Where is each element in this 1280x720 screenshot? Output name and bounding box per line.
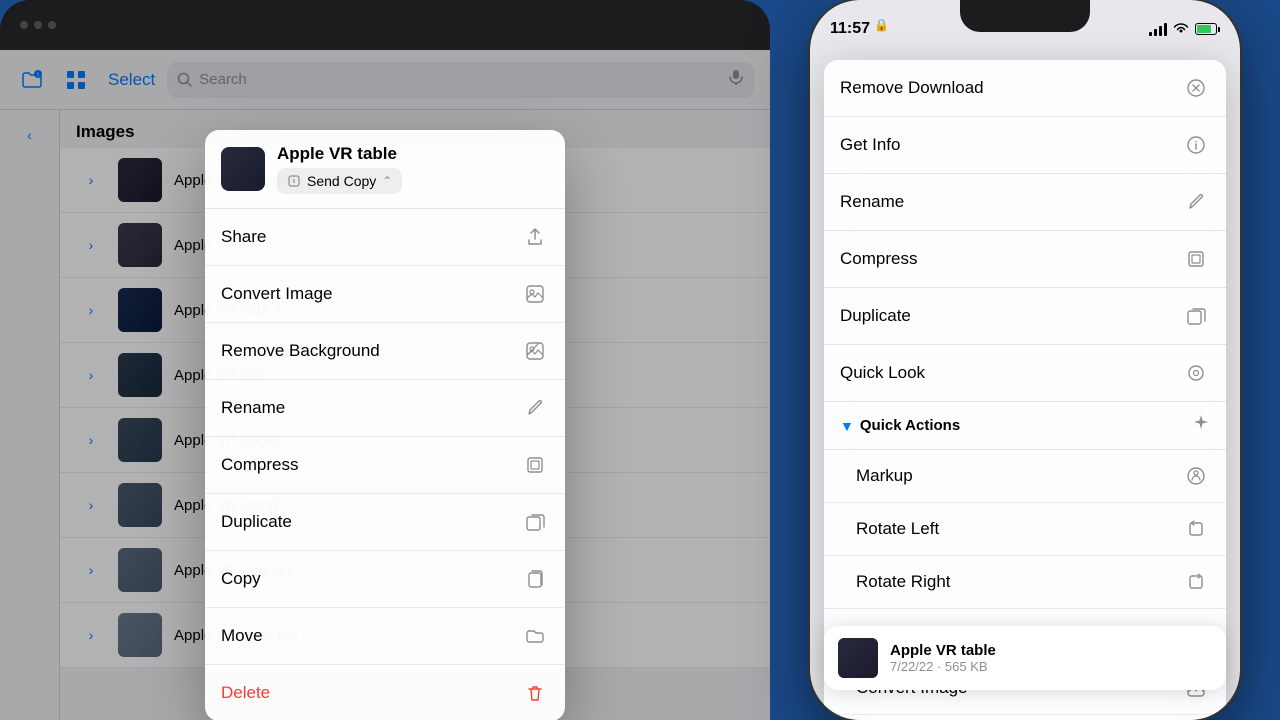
iphone-screen: 11:57 🔒 <box>810 0 1240 720</box>
quick-look-label: Quick Look <box>840 363 1182 383</box>
remove-background-label: Remove Background <box>221 341 521 361</box>
ipad-dot-1 <box>20 21 28 29</box>
battery-icon <box>1195 23 1220 35</box>
quick-look-icon <box>1182 359 1210 387</box>
wifi-icon <box>1173 21 1189 37</box>
context-menu-file-title: Apple VR table <box>277 144 402 164</box>
rename-label: Rename <box>840 192 1182 212</box>
compress-label: Compress <box>840 249 1182 269</box>
iphone-menu-markup[interactable]: Markup <box>824 450 1226 503</box>
iphone-menu-rotate-left[interactable]: Rotate Left <box>824 503 1226 556</box>
send-copy-label: Send Copy <box>307 173 376 189</box>
delete-icon <box>521 679 549 707</box>
copy-label: Copy <box>221 569 521 589</box>
compress-label: Compress <box>221 455 521 475</box>
ipad-screen: ! Select <box>0 50 770 720</box>
copy-icon <box>521 565 549 593</box>
share-icon <box>521 223 549 251</box>
rename-label: Rename <box>221 398 521 418</box>
ipad-dot-2 <box>34 21 42 29</box>
context-menu-compress[interactable]: Compress <box>205 437 565 494</box>
context-menu-thumbnail <box>221 147 265 191</box>
convert-image-icon <box>521 280 549 308</box>
iphone-menu-quick-look[interactable]: Quick Look <box>824 345 1226 402</box>
remove-download-label: Remove Download <box>840 78 1182 98</box>
duplicate-label: Duplicate <box>221 512 521 532</box>
context-menu-overlay: Apple VR table Send Copy ⌃ <box>0 50 770 720</box>
iphone-menu-duplicate[interactable]: Duplicate <box>824 288 1226 345</box>
get-info-label: Get Info <box>840 135 1182 155</box>
bottom-card-title: Apple VR table <box>890 642 1212 659</box>
remove-download-icon <box>1182 74 1210 102</box>
rotate-left-icon <box>1182 515 1210 543</box>
duplicate-icon <box>521 508 549 536</box>
remove-background-icon <box>521 337 549 365</box>
compress-icon <box>1182 245 1210 273</box>
iphone-bottom-card: Apple VR table 7/22/22 · 565 KB <box>824 626 1226 690</box>
iphone-menu-get-info[interactable]: Get Info <box>824 117 1226 174</box>
iphone-frame: 11:57 🔒 <box>810 0 1240 720</box>
context-menu-file-info: Apple VR table Send Copy ⌃ <box>277 144 402 194</box>
signal-icon <box>1149 22 1167 36</box>
markup-label: Markup <box>856 466 1182 486</box>
rotate-left-label: Rotate Left <box>856 519 1182 539</box>
context-menu-move[interactable]: Move <box>205 608 565 665</box>
bottom-card-subtitle: 7/22/22 · 565 KB <box>890 659 1212 674</box>
convert-image-label: Convert Image <box>221 284 521 304</box>
iphone-menu-rotate-right[interactable]: Rotate Right <box>824 556 1226 609</box>
status-time: 11:57 <box>830 20 870 38</box>
send-copy-button[interactable]: Send Copy ⌃ <box>277 168 402 194</box>
quick-actions-sparkle-icon <box>1192 414 1210 437</box>
send-copy-chevron-icon: ⌃ <box>382 174 392 188</box>
move-label: Move <box>221 626 521 646</box>
context-menu-remove-background[interactable]: Remove Background <box>205 323 565 380</box>
compress-icon <box>521 451 549 479</box>
get-info-icon <box>1182 131 1210 159</box>
rename-icon <box>521 394 549 422</box>
context-menu-header: Apple VR table Send Copy ⌃ <box>205 130 565 209</box>
quick-actions-title: Quick Actions <box>860 417 1192 434</box>
bottom-card-thumbnail <box>838 638 878 678</box>
delete-label: Delete <box>221 683 521 703</box>
iphone-context-menu: Remove Download Get Info <box>824 60 1226 720</box>
context-menu: Apple VR table Send Copy ⌃ <box>205 130 565 720</box>
iphone-panel: 11:57 🔒 <box>770 0 1280 720</box>
move-icon <box>521 622 549 650</box>
status-icons <box>1149 21 1220 37</box>
ipad-frame: ! Select <box>0 0 770 720</box>
iphone-notch <box>960 0 1090 32</box>
quick-actions-header[interactable]: ▼ Quick Actions <box>824 402 1226 450</box>
ipad-dot-3 <box>48 21 56 29</box>
share-label: Share <box>221 227 521 247</box>
iphone-menu-compress[interactable]: Compress <box>824 231 1226 288</box>
ipad-panel: ! Select <box>0 0 770 720</box>
iphone-menu-rename[interactable]: Rename <box>824 174 1226 231</box>
rotate-right-label: Rotate Right <box>856 572 1182 592</box>
context-menu-copy[interactable]: Copy <box>205 551 565 608</box>
context-menu-rename[interactable]: Rename <box>205 380 565 437</box>
status-time-area: 11:57 🔒 <box>830 12 889 38</box>
context-menu-duplicate[interactable]: Duplicate <box>205 494 565 551</box>
ipad-topbar <box>0 0 770 50</box>
duplicate-label: Duplicate <box>840 306 1182 326</box>
rotate-right-icon <box>1182 568 1210 596</box>
context-menu-delete[interactable]: Delete <box>205 665 565 720</box>
lock-icon: 🔒 <box>874 18 889 32</box>
context-menu-share[interactable]: Share <box>205 209 565 266</box>
context-menu-convert-image[interactable]: Convert Image <box>205 266 565 323</box>
duplicate-icon <box>1182 302 1210 330</box>
bottom-card-info: Apple VR table 7/22/22 · 565 KB <box>890 642 1212 674</box>
iphone-menu-remove-download[interactable]: Remove Download <box>824 60 1226 117</box>
rename-icon <box>1182 188 1210 216</box>
quick-actions-chevron-icon: ▼ <box>840 418 854 434</box>
iphone-menu-remove-background[interactable]: Remove Background <box>824 715 1226 720</box>
markup-icon <box>1182 462 1210 490</box>
